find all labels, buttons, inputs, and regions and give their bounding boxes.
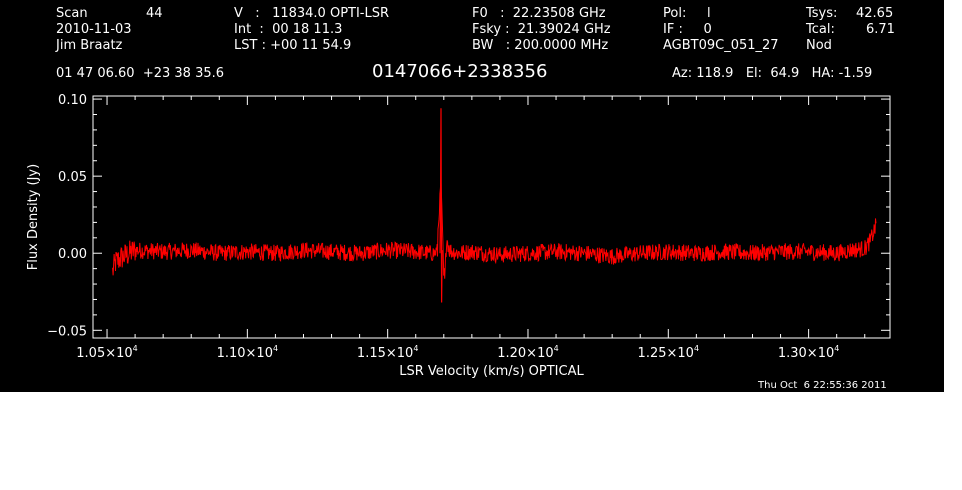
- timestamp: Thu Oct 6 22:55:36 2011: [758, 380, 887, 391]
- y-tick-label: 0.00: [58, 247, 87, 262]
- plot-panel: Scan 44 2010-11-03 Jim Braatz V : 11834.…: [0, 0, 944, 392]
- trace-layer: [112, 108, 877, 303]
- x-tick-label: 1.10×104: [217, 344, 278, 361]
- x-tick-exponent: 4: [273, 344, 278, 353]
- x-tick-exponent: 4: [694, 344, 699, 353]
- x-tick-label: 1.05×104: [76, 344, 137, 361]
- x-tick-exponent: 4: [834, 344, 839, 353]
- x-tick-label: 1.25×104: [638, 344, 699, 361]
- spectrum-trace: [112, 179, 877, 279]
- x-tick-label: 1.15×104: [357, 344, 418, 361]
- spectrum-chart: 1.05×104 1.10×104 1.15×104 1.20×104 1.25×104…: [26, 93, 891, 379]
- y-tick-label: 0.10: [58, 93, 87, 108]
- maser-line-spike: [439, 108, 443, 303]
- y-tick-label: 0.05: [58, 170, 87, 185]
- y-axis-title: Flux Density (Jy): [26, 164, 41, 270]
- tick-layer: 1.05×104 1.10×104 1.15×104 1.20×104 1.25×104…: [47, 93, 890, 361]
- x-axis-title: LSR Velocity (km/s) OPTICAL: [399, 364, 584, 379]
- x-tick-exponent: 4: [133, 344, 138, 353]
- x-tick-exponent: 4: [413, 344, 418, 353]
- plot-frame: [92, 95, 891, 339]
- x-tick-label: 1.20×104: [497, 344, 558, 361]
- x-tick-label: 1.30×104: [778, 344, 839, 361]
- x-tick-exponent: 4: [554, 344, 559, 353]
- y-tick-label: −0.05: [47, 324, 87, 339]
